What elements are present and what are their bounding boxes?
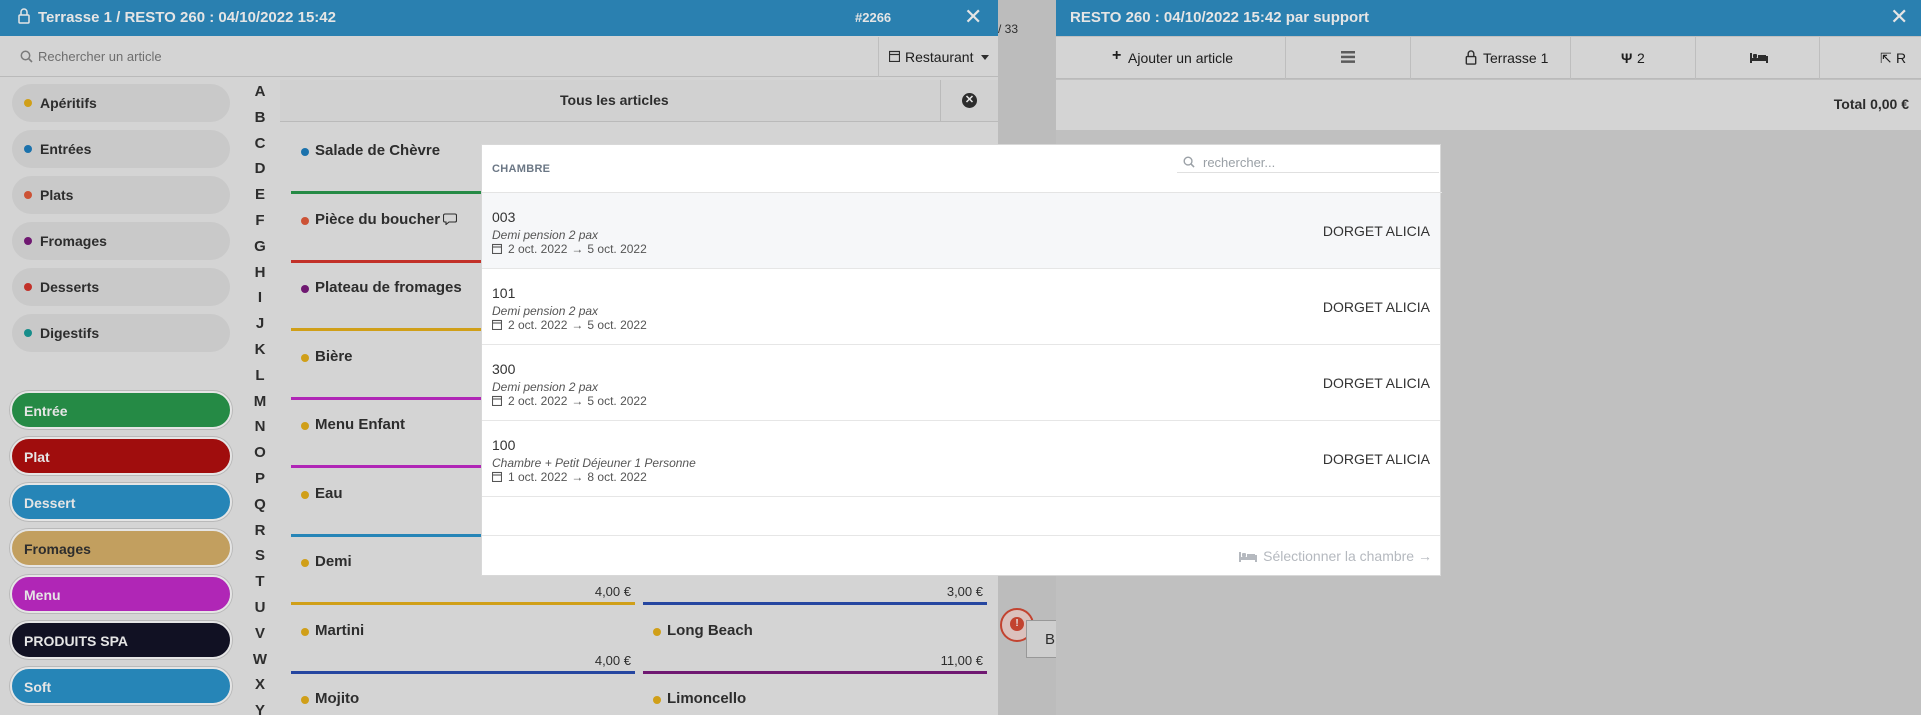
arrow-right-icon: → [571,242,584,256]
bed-icon [1239,552,1258,562]
arrow-right-icon: → [1418,548,1432,564]
room-row[interactable]: 003 Demi pension 2 pax 2 oct. 2022 → 5 oct. … [482,193,1440,269]
room-search-input[interactable] [1203,152,1433,172]
arrow-right-icon: → [571,318,584,332]
calendar-icon [492,395,502,406]
select-room-label: Sélectionner la chambre [1263,548,1415,564]
calendar-icon [492,471,502,482]
room-row[interactable]: 300 Demi pension 2 pax 2 oct. 2022 → 5 oct. … [482,345,1440,421]
stay-start-date: 2 oct. 2022 [508,394,568,408]
guest-name: DORGET ALICIA [1322,299,1430,315]
guest-name: DORGET ALICIA [1322,375,1430,391]
guest-name: DORGET ALICIA [1322,451,1430,467]
stay-end-date: 8 oct. 2022 [587,470,647,484]
room-selection-modal: CHAMBRE 003Demi pension 2 pax2 oct. 2022… [481,144,1442,576]
calendar-icon [492,243,502,254]
room-number: 003 [492,209,516,225]
room-row[interactable]: 101 Demi pension 2 pax 2 oct. 2022 → 5 oct. … [482,269,1440,345]
modal-header: CHAMBRE [482,145,1442,193]
room-stay-dates: 2 oct. 2022 → 5 oct. 2022 [492,394,647,408]
search-icon [1183,156,1195,168]
room-number: 100 [492,437,516,453]
arrow-right-icon: → [571,470,584,484]
stay-start-date: 2 oct. 2022 [508,242,568,256]
room-stay-dates: 1 oct. 2022 → 8 oct. 2022 [492,470,647,484]
guest-name: DORGET ALICIA [1322,223,1430,239]
modal-footer: Sélectionner la chambre → [482,535,1440,575]
modal-header-label: CHAMBRE [492,163,551,175]
calendar-icon [492,319,502,330]
stay-end-date: 5 oct. 2022 [587,318,647,332]
stay-start-date: 2 oct. 2022 [508,318,568,332]
room-stay-dates: 2 oct. 2022 → 5 oct. 2022 [492,242,647,256]
room-row[interactable]: 100 Chambre + Petit Déjeuner 1 Personne 1 … [482,421,1440,497]
arrow-right-icon: → [571,394,584,408]
room-search [1177,151,1439,173]
room-number: 300 [492,361,516,377]
room-stay-dates: 2 oct. 2022 → 5 oct. 2022 [492,318,647,332]
room-rate-type: Chambre + Petit Déjeuner 1 Personne [492,456,696,470]
stay-start-date: 1 oct. 2022 [508,470,568,484]
room-rate-type: Demi pension 2 pax [492,380,599,394]
room-rate-type: Demi pension 2 pax [492,228,599,242]
select-room-button[interactable]: Sélectionner la chambre → [1239,548,1432,564]
room-rate-type: Demi pension 2 pax [492,304,599,318]
room-number: 101 [492,285,516,301]
stay-end-date: 5 oct. 2022 [587,242,647,256]
stay-end-date: 5 oct. 2022 [587,394,647,408]
